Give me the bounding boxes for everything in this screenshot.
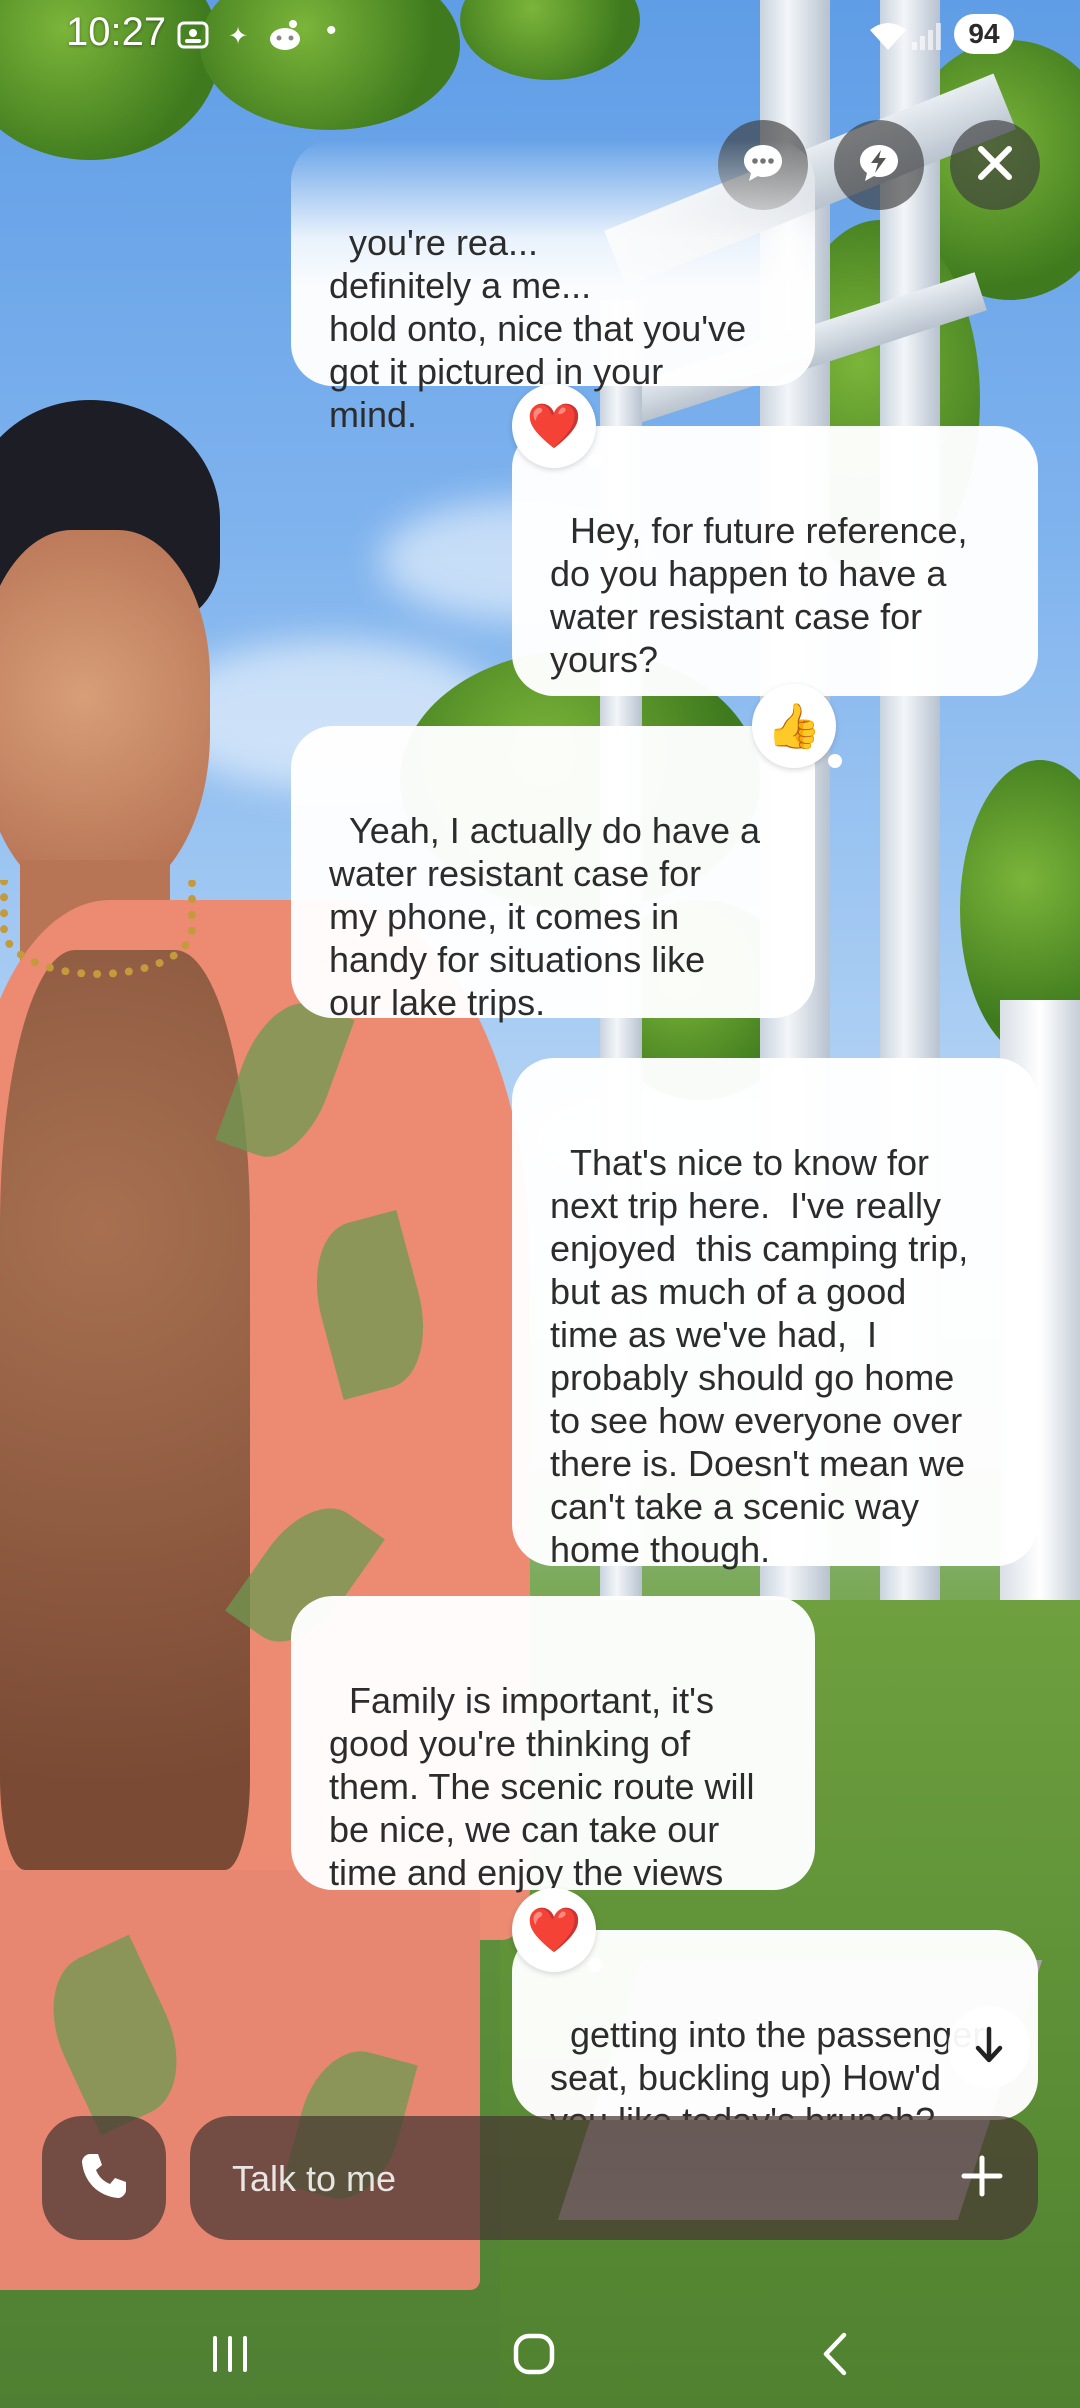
- message-text: getting into the passenger seat, bucklin…: [550, 2014, 985, 2120]
- recent-apps-button[interactable]: [190, 2324, 270, 2384]
- heart-icon: ❤️: [526, 402, 582, 451]
- plus-icon: [958, 2152, 1006, 2205]
- status-time: 10:27: [66, 10, 167, 54]
- quick-reply-button[interactable]: [834, 120, 924, 210]
- thumbs-up-icon: 👍: [766, 702, 822, 751]
- close-icon: [975, 143, 1015, 188]
- message-bubble-ai: Family is important, it's good you're th…: [291, 1596, 815, 1893]
- back-button[interactable]: [796, 2324, 876, 2384]
- wifi-icon: [868, 20, 908, 57]
- system-nav-bar: [0, 2294, 1080, 2408]
- reaction-heart[interactable]: ❤️: [512, 384, 602, 468]
- reddit-icon: [266, 18, 304, 60]
- voice-call-button[interactable]: [42, 2116, 166, 2240]
- close-button[interactable]: [950, 120, 1040, 210]
- dot-icon: •: [326, 14, 337, 47]
- message-bubble-user: That's nice to know for next trip here. …: [512, 1058, 1038, 1570]
- message-text: Family is important, it's good you're th…: [329, 1680, 755, 1893]
- message-input-bar[interactable]: Talk to me: [190, 2116, 1038, 2240]
- message-text: Yeah, I actually do have a water resista…: [329, 810, 760, 1023]
- message-text: Hey, for future reference, do you happen…: [550, 510, 968, 680]
- lightning-bubble-icon: [856, 140, 902, 191]
- message-bubble-ai: you're rea... definitely a me... hold on…: [291, 140, 815, 435]
- arrow-down-icon: [972, 2025, 1006, 2070]
- message-text: That's nice to know for next trip here. …: [550, 1142, 969, 1570]
- status-bar: 10:27 ✦ • 94: [0, 0, 1080, 72]
- scroll-to-bottom-button[interactable]: [948, 2006, 1030, 2088]
- screenshot-icon: [176, 18, 210, 60]
- sparkle-icon: ✦: [228, 23, 249, 50]
- home-icon: [513, 2333, 555, 2375]
- back-icon: [823, 2332, 847, 2376]
- home-button[interactable]: [494, 2324, 574, 2384]
- cell-signal-icon: [910, 20, 946, 57]
- heart-icon: ❤️: [526, 1906, 582, 1955]
- message-bubble-ai: Yeah, I actually do have a water resista…: [291, 726, 815, 1023]
- reaction-thumbs-up[interactable]: 👍: [752, 684, 842, 768]
- battery-indicator: 94: [954, 14, 1014, 54]
- message-input-placeholder[interactable]: Talk to me: [232, 2158, 396, 2200]
- phone-icon: [76, 2148, 132, 2209]
- reaction-heart[interactable]: ❤️: [512, 1888, 602, 1972]
- recent-apps-icon: [213, 2336, 247, 2372]
- add-attachment-button[interactable]: [952, 2148, 1012, 2208]
